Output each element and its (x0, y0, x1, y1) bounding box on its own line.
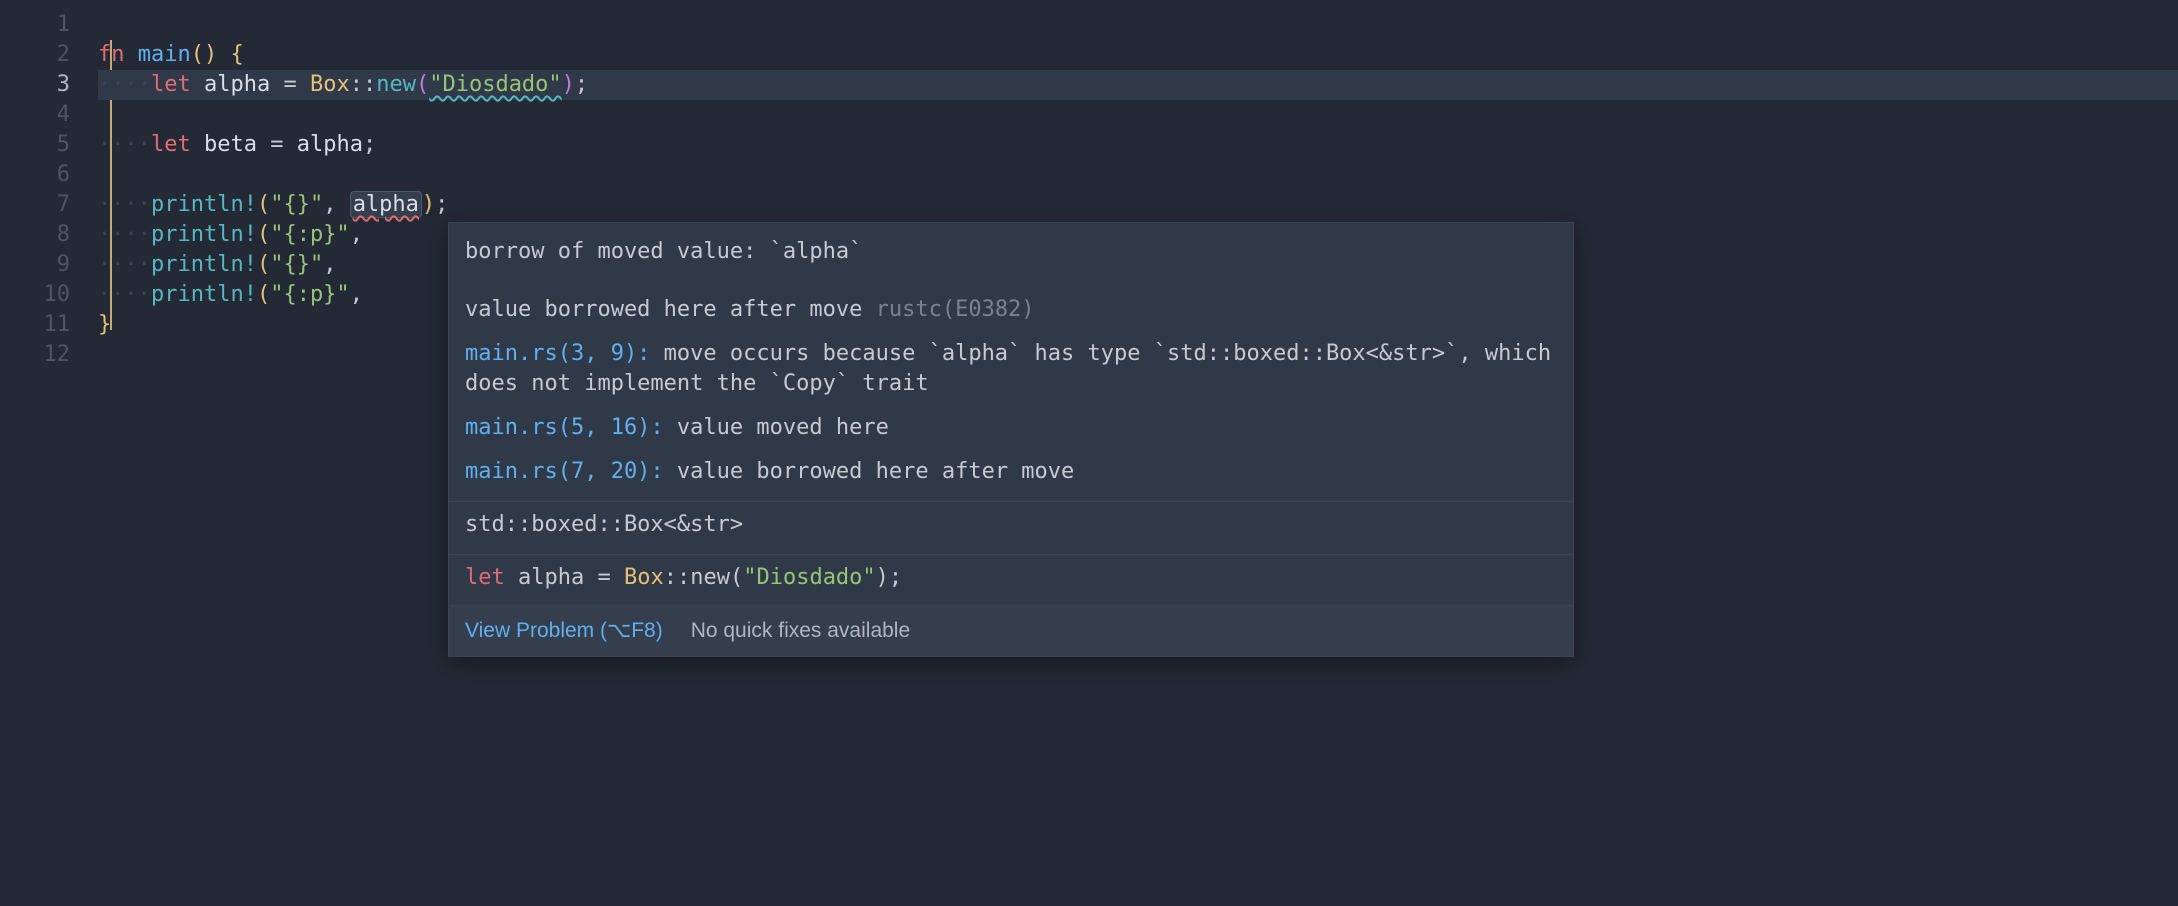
indent-dots: ···· (98, 282, 151, 307)
op-cc: :: (350, 72, 377, 97)
diagnostic-location-link[interactable]: main.rs(3, 9): (465, 341, 650, 366)
code-line[interactable]: ····let beta = alpha; (98, 130, 2178, 160)
fn-main: main (138, 42, 191, 67)
hover-footer: View Problem (⌥F8) No quick fixes availa… (449, 605, 1573, 656)
diagnostic-message: value borrowed here after move (465, 297, 876, 322)
paren: ( (257, 222, 270, 247)
var-alpha: alpha (204, 72, 270, 97)
brace-close: } (98, 312, 111, 337)
comma: , (323, 192, 350, 217)
macro-println: println! (151, 252, 257, 277)
code-line[interactable] (98, 100, 2178, 130)
comma: , (323, 252, 350, 277)
separator (449, 554, 1573, 555)
line-number-current: 3 (0, 70, 98, 100)
indent-dots: ···· (98, 72, 151, 97)
var-alpha: alpha (505, 565, 598, 590)
code-line[interactable] (98, 10, 2178, 40)
line-number: 5 (0, 130, 98, 160)
line-number: 12 (0, 340, 98, 370)
code-line[interactable]: fn main() { (98, 40, 2178, 70)
code-line-current[interactable]: ····let alpha = Box::new("Diosdado"); (98, 70, 2178, 100)
type-box: Box (624, 565, 664, 590)
separator (449, 501, 1573, 502)
diagnostic-location-link[interactable]: main.rs(5, 16): (465, 415, 664, 440)
var-alpha-error: alpha (350, 191, 422, 218)
comma: , (350, 282, 377, 307)
diagnostic-hover: borrow of moved value: `alpha` value bor… (448, 222, 1574, 657)
line-number: 11 (0, 310, 98, 340)
diagnostic-code: rustc(E0382) (876, 297, 1035, 322)
kw-fn: fn (98, 42, 125, 67)
line-number: 8 (0, 220, 98, 250)
indent-dots: ···· (98, 132, 151, 157)
string-literal: "Diosdado" (429, 72, 561, 97)
op-eq: = (257, 132, 297, 157)
fmt-string: "{:p}" (270, 222, 349, 247)
kw-let: let (465, 565, 505, 590)
fn-new: new (690, 565, 730, 590)
view-problem-link[interactable]: View Problem (⌥F8) (465, 616, 663, 646)
code-area[interactable]: fn main() { ····let alpha = Box::new("Di… (98, 0, 2178, 906)
paren: ( (257, 252, 270, 277)
var-alpha: alpha (297, 132, 363, 157)
op-eq: = (597, 565, 624, 590)
code-line[interactable] (98, 160, 2178, 190)
paren: ) (422, 192, 435, 217)
code-editor[interactable]: 1 2 3 4 5 6 7 8 9 10 11 12 fn main() { ·… (0, 0, 2178, 906)
diagnostic-location-link[interactable]: main.rs(7, 20): (465, 459, 664, 484)
paren: ( (730, 565, 743, 590)
macro-println: println! (151, 282, 257, 307)
op-eq: = (270, 72, 310, 97)
type-box: Box (310, 72, 350, 97)
paren: ( (257, 192, 270, 217)
source-preview: let alpha = Box::new("Diosdado"); (465, 563, 1557, 593)
line-number: 9 (0, 250, 98, 280)
line-number: 2 (0, 40, 98, 70)
type-signature: std::boxed::Box<&str> (465, 510, 1557, 540)
line-number: 10 (0, 280, 98, 310)
semi: ; (435, 192, 448, 217)
line-number: 7 (0, 190, 98, 220)
paren: ( (257, 282, 270, 307)
fmt-string: "{}" (270, 252, 323, 277)
brace-open: { (230, 42, 243, 67)
line-number: 4 (0, 100, 98, 130)
paren: ( (416, 72, 429, 97)
var-beta: beta (204, 132, 257, 157)
kw-let: let (151, 132, 191, 157)
code-line[interactable]: ····println!("{}", alpha); (98, 190, 2178, 220)
semi: ; (575, 72, 588, 97)
comma: , (350, 222, 377, 247)
paren: ) (562, 72, 575, 97)
line-number-gutter: 1 2 3 4 5 6 7 8 9 10 11 12 (0, 0, 98, 906)
macro-println: println! (151, 222, 257, 247)
quick-fix-status: No quick fixes available (691, 616, 910, 646)
indent-dots: ···· (98, 222, 151, 247)
fmt-string: "{}" (270, 192, 323, 217)
line-number: 1 (0, 10, 98, 40)
indent-dots: ···· (98, 252, 151, 277)
paren: ) (876, 565, 889, 590)
diagnostic-note: value borrowed here after move (664, 459, 1075, 484)
indent-dots: ···· (98, 192, 151, 217)
op-cc: :: (664, 565, 691, 590)
line-number: 6 (0, 160, 98, 190)
string-literal: "Diosdado" (743, 565, 875, 590)
macro-println: println! (151, 192, 257, 217)
paren: () (191, 42, 218, 67)
kw-let: let (151, 72, 191, 97)
diagnostic-title: borrow of moved value: `alpha` (465, 237, 1557, 267)
fmt-string: "{:p}" (270, 282, 349, 307)
fn-new: new (376, 72, 416, 97)
diagnostic-note: value moved here (664, 415, 889, 440)
semi: ; (889, 565, 902, 590)
semi: ; (363, 132, 376, 157)
